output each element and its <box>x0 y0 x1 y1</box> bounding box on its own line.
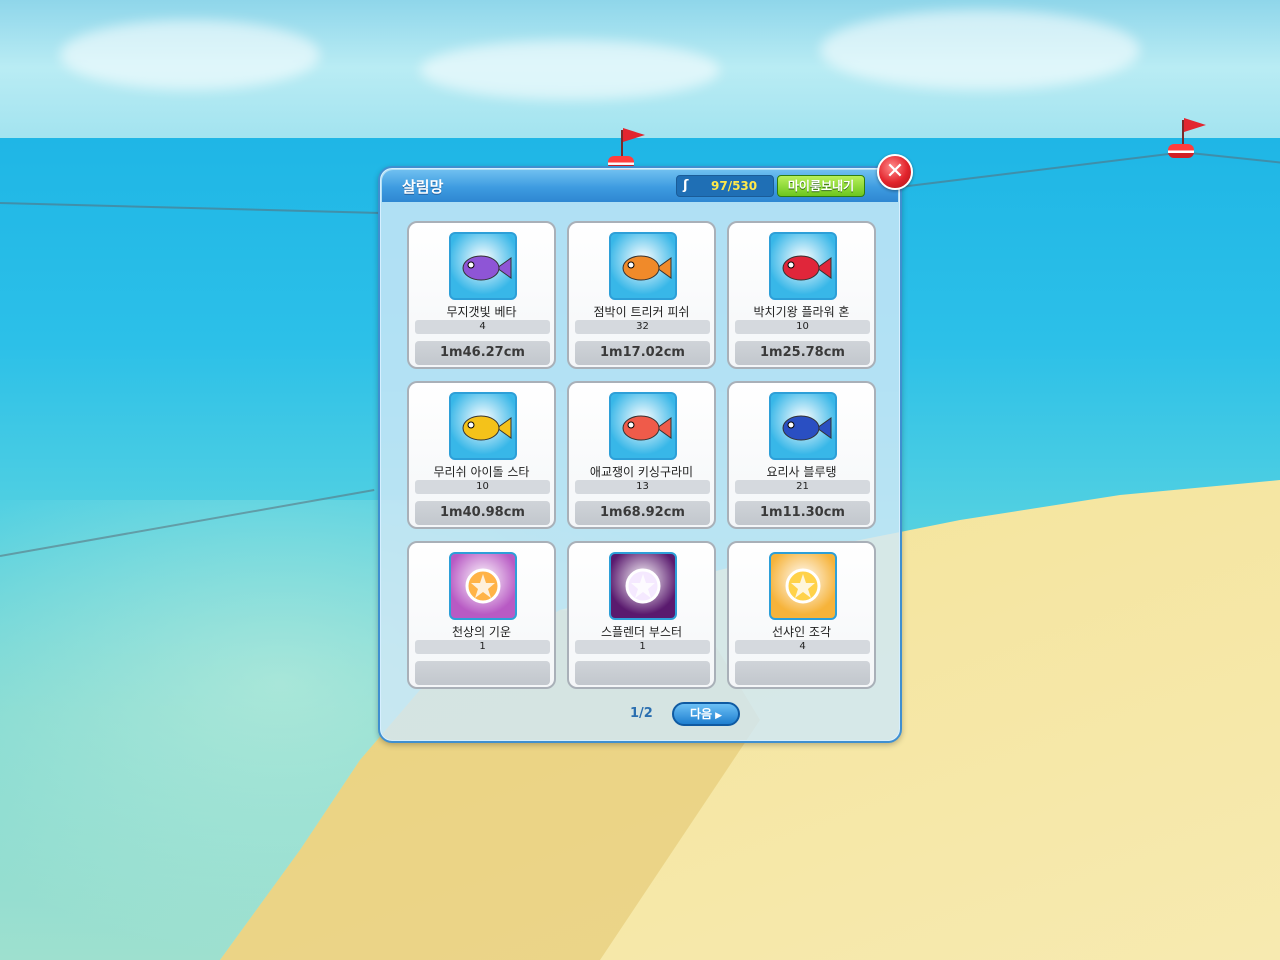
item-size <box>735 661 870 685</box>
item-count: 10 <box>415 480 550 494</box>
red-flag-icon <box>1184 118 1206 132</box>
cloud <box>60 20 320 90</box>
item-count: 4 <box>415 320 550 334</box>
item-name: 스플렌더 부스터 <box>600 625 683 639</box>
item-count: 21 <box>735 480 870 494</box>
item-icon <box>769 232 837 300</box>
item-card[interactable]: 천상의 기운 1 <box>407 541 556 689</box>
kissing-gourami-icon <box>622 415 672 441</box>
item-icon <box>769 552 837 620</box>
item-name: 요리사 블루탱 <box>766 465 837 479</box>
item-size: 1m68.92cm <box>575 501 710 525</box>
dialog-header: 살림망 ʃ 97/530 마이룸보내기 <box>382 170 898 202</box>
item-icon <box>449 232 517 300</box>
item-card[interactable]: 스플렌더 부스터 1 <box>567 541 716 689</box>
item-card[interactable]: 선샤인 조각 4 <box>727 541 876 689</box>
item-size: 1m46.27cm <box>415 341 550 365</box>
capacity-counter-text: 97/530 <box>711 179 758 193</box>
cloud <box>420 40 720 100</box>
item-name: 무리쉬 아이돌 스타 <box>433 465 530 479</box>
item-name: 천상의 기운 <box>451 625 511 639</box>
blue-tang-icon <box>782 415 832 441</box>
cloud <box>820 10 1140 90</box>
sunshine-piece-icon <box>785 568 821 604</box>
betta-fish-icon <box>462 255 512 281</box>
wing-booster-icon <box>625 568 661 604</box>
item-card[interactable]: 요리사 블루탱 21 1m11.30cm <box>727 381 876 529</box>
item-size: 1m17.02cm <box>575 341 710 365</box>
item-icon <box>449 392 517 460</box>
item-name: 애교쟁이 키싱구라미 <box>589 465 694 479</box>
page-indicator: 1/2 <box>630 706 653 721</box>
item-size: 1m40.98cm <box>415 501 550 525</box>
item-count: 4 <box>735 640 870 654</box>
item-size <box>575 661 710 685</box>
item-name: 선샤인 조각 <box>771 625 831 639</box>
item-card[interactable]: 점박이 트리커 피쉬 32 1m17.02cm <box>567 221 716 369</box>
item-card[interactable]: 무리쉬 아이돌 스타 10 1m40.98cm <box>407 381 556 529</box>
item-size: 1m25.78cm <box>735 341 870 365</box>
dialog-title: 살림망 <box>402 178 444 196</box>
capacity-counter: ʃ 97/530 <box>676 175 774 197</box>
item-name: 박치기왕 플라워 혼 <box>753 305 850 319</box>
celestial-orb-icon <box>465 568 501 604</box>
item-card[interactable]: 무지갯빛 베타 4 1m46.27cm <box>407 221 556 369</box>
item-name: 무지갯빛 베타 <box>446 305 517 319</box>
send-to-myroom-button[interactable]: 마이룸보내기 <box>777 175 865 197</box>
item-size <box>415 661 550 685</box>
trigger-fish-icon <box>622 255 672 281</box>
close-icon[interactable]: ✕ <box>877 154 913 190</box>
arrow-right-icon: ▶ <box>715 711 722 721</box>
next-page-label: 다음 <box>689 707 713 721</box>
item-count: 32 <box>575 320 710 334</box>
flowerhorn-fish-icon <box>782 255 832 281</box>
next-page-button[interactable]: 다음 ▶ <box>672 702 740 726</box>
item-icon <box>609 392 677 460</box>
item-size: 1m11.30cm <box>735 501 870 525</box>
item-name: 점박이 트리커 피쉬 <box>593 305 690 319</box>
item-count: 13 <box>575 480 710 494</box>
hook-icon: ʃ <box>683 178 689 193</box>
red-flag-icon <box>623 128 645 142</box>
item-card[interactable]: 박치기왕 플라워 혼 10 1m25.78cm <box>727 221 876 369</box>
item-icon <box>449 552 517 620</box>
item-count: 10 <box>735 320 870 334</box>
item-icon <box>609 232 677 300</box>
item-icon <box>769 392 837 460</box>
item-card[interactable]: 애교쟁이 키싱구라미 13 1m68.92cm <box>567 381 716 529</box>
item-count: 1 <box>415 640 550 654</box>
buoy-icon <box>1168 144 1194 158</box>
item-count: 1 <box>575 640 710 654</box>
item-icon <box>609 552 677 620</box>
angelfish-icon <box>462 415 512 441</box>
